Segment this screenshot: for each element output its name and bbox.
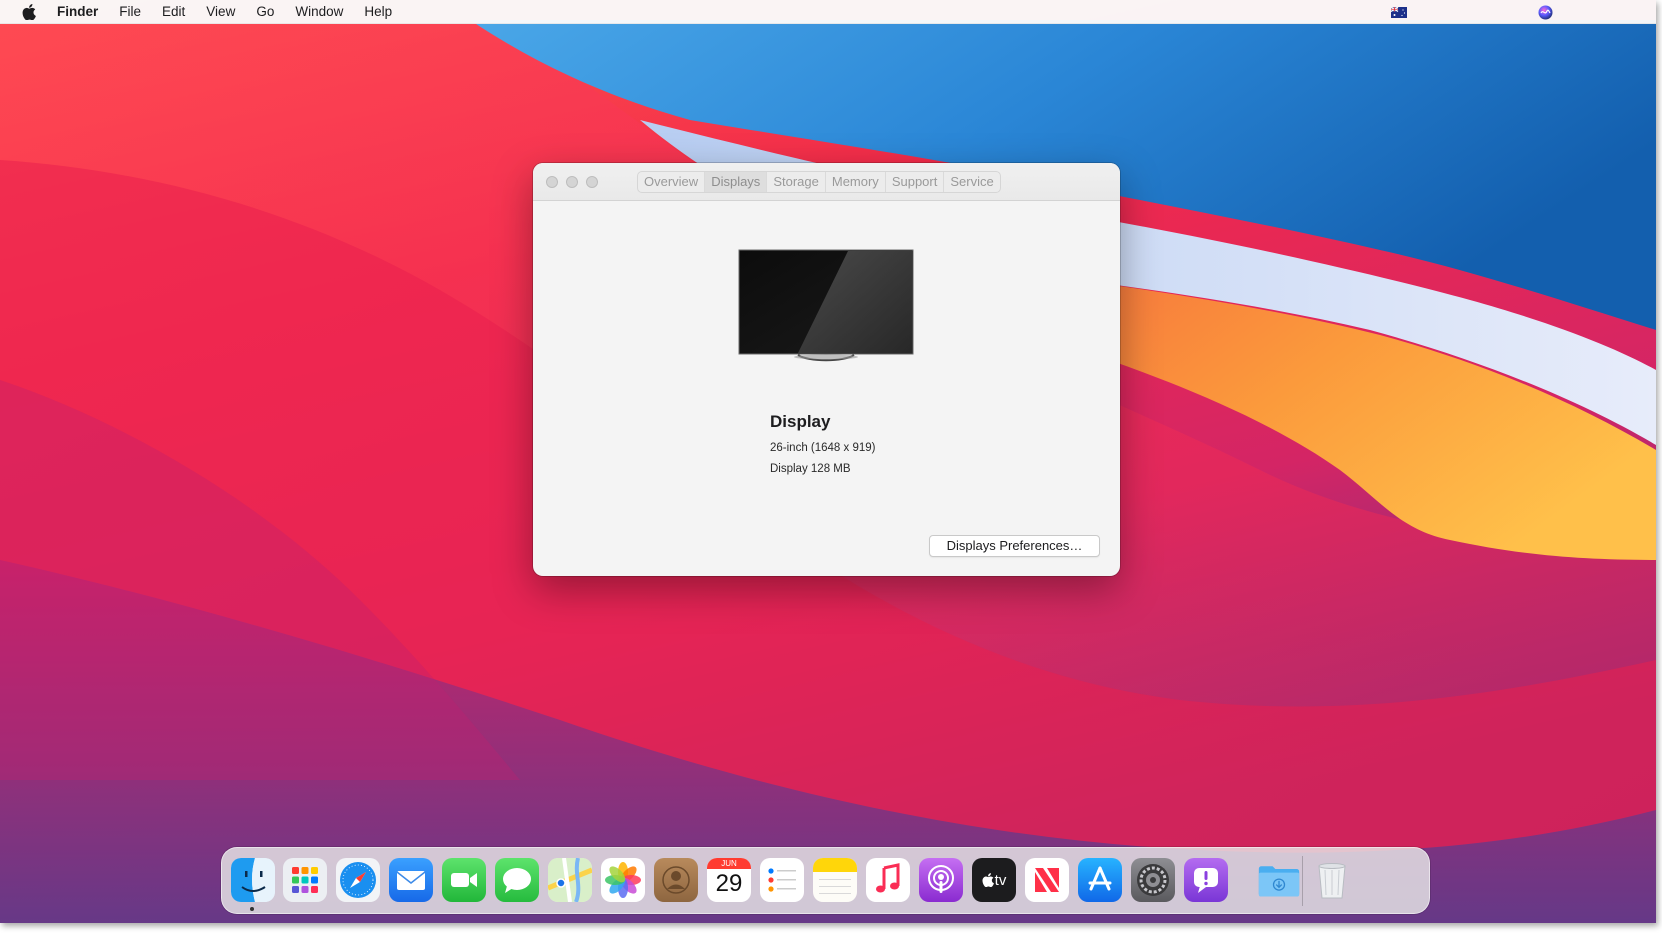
calendar-icon[interactable]: JUN 29 xyxy=(707,858,751,902)
display-memory: Display 128 MB xyxy=(770,463,851,475)
apple-tv-icon[interactable]: tv xyxy=(972,858,1016,902)
menu-file[interactable]: File xyxy=(119,4,141,19)
dock-separator xyxy=(1302,856,1303,906)
calendar-day: 29 xyxy=(715,870,743,897)
tab-overview[interactable]: Overview xyxy=(638,172,706,192)
display-monitor-icon xyxy=(738,249,914,362)
menu-bar: Finder File Edit View Go Window Help xyxy=(0,0,1656,24)
menu-help[interactable]: Help xyxy=(364,4,392,19)
window-titlebar: Overview Displays Storage Memory Support… xyxy=(533,163,1120,201)
tab-service[interactable]: Service xyxy=(944,172,999,192)
feedback-assistant-icon[interactable] xyxy=(1184,858,1228,902)
maps-icon[interactable] xyxy=(548,858,592,902)
siri-icon[interactable] xyxy=(1538,0,1553,24)
podcasts-icon[interactable] xyxy=(919,858,963,902)
downloads-folder-icon[interactable] xyxy=(1257,858,1301,902)
apple-tv-label: tv xyxy=(994,871,1007,889)
tab-displays[interactable]: Displays xyxy=(705,172,768,192)
facetime-icon[interactable] xyxy=(442,858,486,902)
dock: JUN 29 tv xyxy=(221,847,1430,914)
close-button[interactable] xyxy=(546,176,558,188)
app-store-icon[interactable] xyxy=(1078,858,1122,902)
trash-icon[interactable] xyxy=(1310,858,1354,902)
system-preferences-icon[interactable] xyxy=(1131,858,1175,902)
mail-icon[interactable] xyxy=(389,858,433,902)
display-name: Display xyxy=(770,412,831,431)
tab-memory[interactable]: Memory xyxy=(826,172,886,192)
photos-icon[interactable] xyxy=(601,858,645,902)
music-icon[interactable] xyxy=(866,858,910,902)
contacts-icon[interactable] xyxy=(654,858,698,902)
finder-icon[interactable] xyxy=(231,858,275,902)
calendar-month: JUN xyxy=(707,858,751,869)
zoom-button[interactable] xyxy=(586,176,598,188)
safari-icon[interactable] xyxy=(336,858,380,902)
messages-icon[interactable] xyxy=(495,858,539,902)
australian-flag-icon[interactable] xyxy=(1391,0,1407,24)
reminders-icon[interactable] xyxy=(760,858,804,902)
launchpad-icon[interactable] xyxy=(283,858,327,902)
menu-view[interactable]: View xyxy=(206,4,235,19)
apple-logo-icon[interactable] xyxy=(19,2,39,22)
notes-icon[interactable] xyxy=(813,858,857,902)
news-icon[interactable] xyxy=(1025,858,1069,902)
tab-support[interactable]: Support xyxy=(886,172,945,192)
desktop-screen: Finder File Edit View Go Window Help Ove… xyxy=(0,0,1656,923)
finder-running-indicator xyxy=(250,907,254,911)
menu-edit[interactable]: Edit xyxy=(162,4,185,19)
menu-finder[interactable]: Finder xyxy=(57,4,98,19)
tab-bar: Overview Displays Storage Memory Support… xyxy=(637,171,1001,193)
menu-window[interactable]: Window xyxy=(295,4,343,19)
menu-go[interactable]: Go xyxy=(256,4,274,19)
tab-storage[interactable]: Storage xyxy=(767,172,826,192)
about-this-mac-window: Overview Displays Storage Memory Support… xyxy=(533,163,1120,576)
displays-preferences-button[interactable]: Displays Preferences… xyxy=(929,535,1100,557)
display-size: 26-inch (1648 x 919) xyxy=(770,442,876,454)
minimize-button[interactable] xyxy=(566,176,578,188)
